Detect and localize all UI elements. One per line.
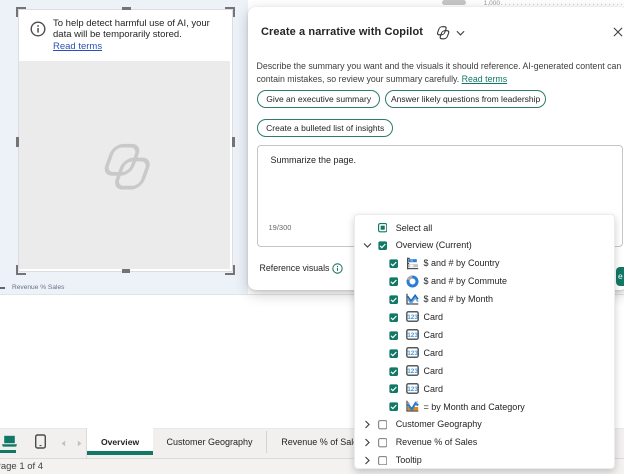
svg-text:123: 123 xyxy=(407,386,418,393)
svg-text:123: 123 xyxy=(407,314,418,321)
svg-text:123: 123 xyxy=(407,368,418,375)
svg-text:123: 123 xyxy=(407,350,418,357)
svg-text:123: 123 xyxy=(407,332,418,339)
